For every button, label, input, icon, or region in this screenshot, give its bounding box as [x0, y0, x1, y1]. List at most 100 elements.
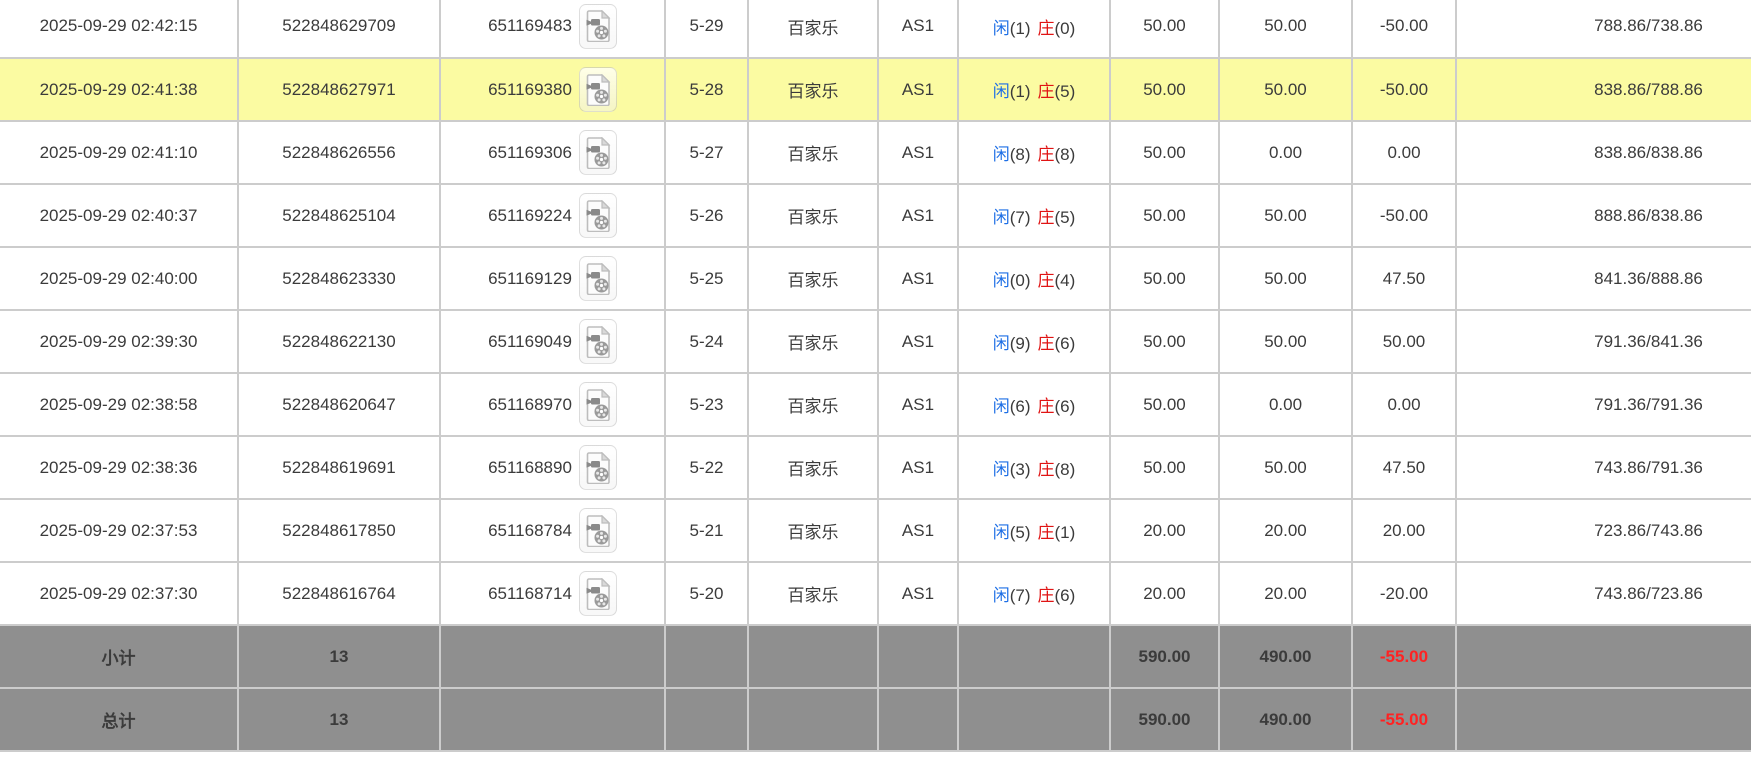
game-round-id-cell: 651169483 [440, 0, 665, 58]
bet-result: 闲(9)庄(6) [958, 310, 1110, 373]
round-number: 5-20 [665, 562, 748, 625]
table-row[interactable]: 2025-09-29 02:38:36 522848619691 6511688… [0, 436, 1751, 499]
video-record-icon [585, 263, 611, 295]
valid-bet-amount: 0.00 [1219, 373, 1352, 436]
bet-result: 闲(5)庄(1) [958, 499, 1110, 562]
round-number: 5-22 [665, 436, 748, 499]
player-score: (1) [1010, 19, 1031, 38]
balance-before-after: 788.86/738.86 [1456, 0, 1751, 58]
player-score: (6) [1010, 397, 1031, 416]
table-row[interactable]: 2025-09-29 02:40:00 522848623330 6511691… [0, 247, 1751, 310]
balance-before-after: 743.86/723.86 [1456, 562, 1751, 625]
table-row[interactable]: 2025-09-29 02:37:53 522848617850 6511687… [0, 499, 1751, 562]
game-round-id-cell: 651168784 [440, 499, 665, 562]
round-number: 5-25 [665, 247, 748, 310]
bet-time: 2025-09-29 02:41:10 [0, 121, 238, 184]
table-row[interactable]: 2025-09-29 02:41:38 522848627971 6511693… [0, 58, 1751, 121]
video-replay-button[interactable] [579, 382, 617, 427]
player-label: 闲 [993, 397, 1010, 416]
table-code: AS1 [878, 436, 958, 499]
round-number: 5-24 [665, 310, 748, 373]
game-name: 百家乐 [748, 436, 878, 499]
win-loss-amount: 0.00 [1352, 373, 1456, 436]
video-replay-button[interactable] [579, 67, 617, 112]
win-loss-amount: -50.00 [1352, 0, 1456, 58]
win-loss-amount: -20.00 [1352, 562, 1456, 625]
bet-time: 2025-09-29 02:37:30 [0, 562, 238, 625]
video-replay-button[interactable] [579, 256, 617, 301]
bet-id: 522848629709 [238, 0, 440, 58]
video-replay-button[interactable] [579, 571, 617, 616]
video-replay-button[interactable] [579, 319, 617, 364]
summary-empty-cell [958, 688, 1110, 751]
table-code: AS1 [878, 499, 958, 562]
video-record-icon [585, 452, 611, 484]
video-record-icon [585, 74, 611, 106]
video-replay-button[interactable] [579, 508, 617, 553]
game-round-id-cell: 651169224 [440, 184, 665, 247]
balance-before-after: 791.36/791.36 [1456, 373, 1751, 436]
table-row[interactable]: 2025-09-29 02:39:30 522848622130 6511690… [0, 310, 1751, 373]
win-loss-amount: -50.00 [1352, 58, 1456, 121]
banker-score: (6) [1055, 334, 1076, 353]
bet-result: 闲(1)庄(5) [958, 58, 1110, 121]
table-row[interactable]: 2025-09-29 02:38:58 522848620647 6511689… [0, 373, 1751, 436]
table-code: AS1 [878, 373, 958, 436]
video-replay-button[interactable] [579, 193, 617, 238]
game-round-id: 651168890 [488, 458, 572, 478]
balance-before-after: 723.86/743.86 [1456, 499, 1751, 562]
video-record-icon [585, 137, 611, 169]
player-score: (9) [1010, 334, 1031, 353]
banker-score: (8) [1055, 460, 1076, 479]
game-round-id-cell: 651169129 [440, 247, 665, 310]
player-score: (0) [1010, 271, 1031, 290]
bet-amount: 50.00 [1110, 121, 1219, 184]
banker-label: 庄 [1038, 145, 1055, 164]
banker-label: 庄 [1038, 523, 1055, 542]
banker-label: 庄 [1038, 19, 1055, 38]
win-loss-amount: 20.00 [1352, 499, 1456, 562]
summary-empty-cell [958, 625, 1110, 688]
game-name: 百家乐 [748, 121, 878, 184]
bet-result: 闲(6)庄(6) [958, 373, 1110, 436]
game-name: 百家乐 [748, 373, 878, 436]
table-row[interactable]: 2025-09-29 02:42:15 522848629709 6511694… [0, 0, 1751, 58]
summary-empty-cell [748, 688, 878, 751]
banker-label: 庄 [1038, 271, 1055, 290]
video-replay-button[interactable] [579, 4, 617, 49]
bet-amount: 50.00 [1110, 436, 1219, 499]
bet-time: 2025-09-29 02:38:58 [0, 373, 238, 436]
table-row[interactable]: 2025-09-29 02:41:10 522848626556 6511693… [0, 121, 1751, 184]
summary-row: 小计 13 590.00 490.00 -55.00 [0, 625, 1751, 688]
summary-empty-cell [440, 625, 665, 688]
video-record-icon [585, 515, 611, 547]
player-score: (3) [1010, 460, 1031, 479]
game-round-id: 651169380 [488, 80, 572, 100]
balance-before-after: 838.86/788.86 [1456, 58, 1751, 121]
player-score: (8) [1010, 145, 1031, 164]
round-number: 5-29 [665, 0, 748, 58]
summary-row: 总计 13 590.00 490.00 -55.00 [0, 688, 1751, 751]
bet-amount: 50.00 [1110, 184, 1219, 247]
game-round-id: 651169049 [488, 332, 572, 352]
table-row[interactable]: 2025-09-29 02:37:30 522848616764 6511687… [0, 562, 1751, 625]
bet-amount: 50.00 [1110, 310, 1219, 373]
bet-history-table: 2025-09-29 02:42:15 522848629709 6511694… [0, 0, 1751, 752]
balance-before-after: 838.86/838.86 [1456, 121, 1751, 184]
table-row[interactable]: 2025-09-29 02:40:37 522848625104 6511692… [0, 184, 1751, 247]
bet-id: 522848617850 [238, 499, 440, 562]
summary-bet-total: 590.00 [1110, 625, 1219, 688]
round-number: 5-26 [665, 184, 748, 247]
banker-score: (1) [1055, 523, 1076, 542]
bet-time: 2025-09-29 02:37:53 [0, 499, 238, 562]
bet-time: 2025-09-29 02:40:00 [0, 247, 238, 310]
game-round-id-cell: 651169380 [440, 58, 665, 121]
video-replay-button[interactable] [579, 130, 617, 175]
video-replay-button[interactable] [579, 445, 617, 490]
summary-win-loss-total: -55.00 [1352, 625, 1456, 688]
banker-label: 庄 [1038, 460, 1055, 479]
bet-time: 2025-09-29 02:42:15 [0, 0, 238, 58]
game-round-id-cell: 651168890 [440, 436, 665, 499]
game-round-id: 651168970 [488, 395, 572, 415]
player-label: 闲 [993, 19, 1010, 38]
